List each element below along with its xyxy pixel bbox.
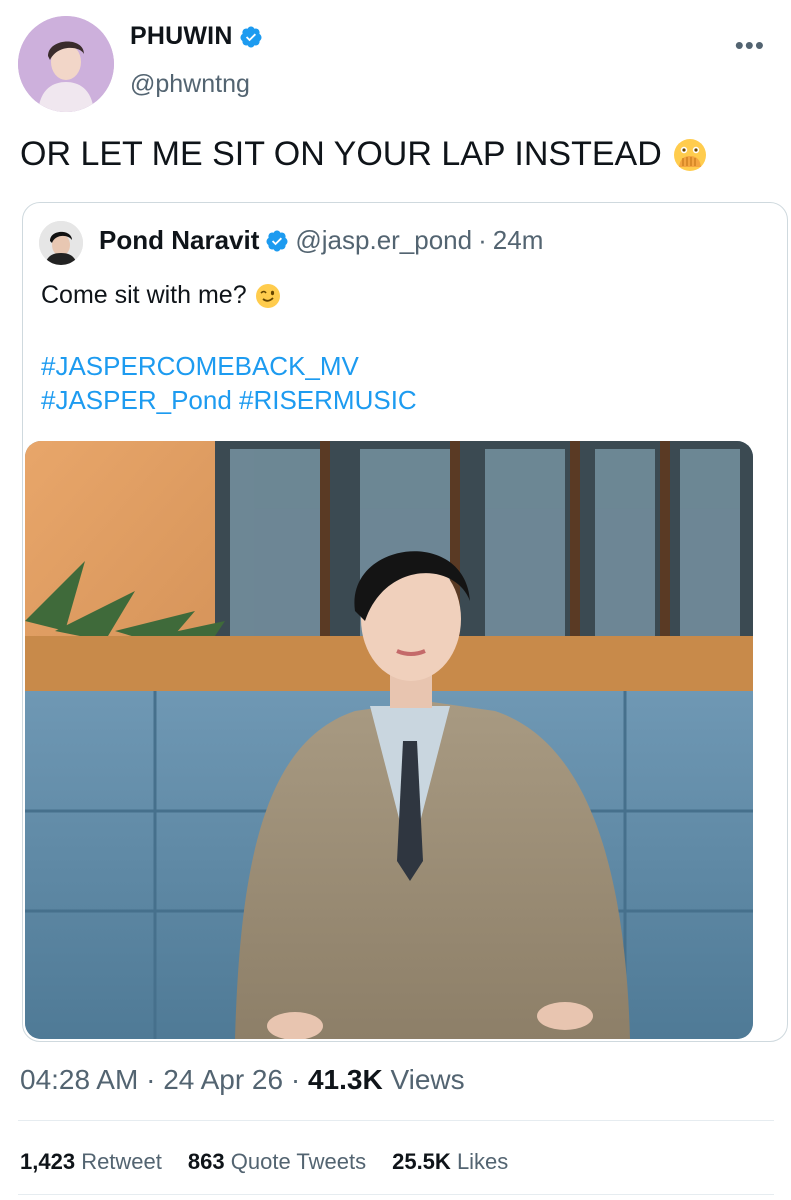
quoted-separator: · — [478, 225, 487, 255]
quoted-media-photo[interactable] — [25, 441, 753, 1039]
tweet-text-row: OR LET ME SIT ON YOUR LAP INSTEAD — [20, 135, 708, 174]
views-count: 41.3K — [307, 1064, 383, 1095]
winking-face-icon — [255, 283, 280, 308]
quoted-age[interactable]: 24m — [493, 225, 544, 256]
divider — [18, 1120, 774, 1121]
divider — [18, 1194, 774, 1195]
quoted-display-name[interactable]: Pond Naravit — [99, 225, 259, 256]
author-handle[interactable]: @phwntng — [130, 70, 250, 99]
quoted-text-row: Come sit with me? — [41, 281, 281, 310]
retweets-count: 1,423 — [20, 1149, 76, 1174]
hashtag-line-2[interactable]: #JASPER_Pond #RISERMUSIC — [41, 383, 417, 417]
quotes-count: 863 — [187, 1149, 225, 1174]
quoted-header: Pond Naravit @jasp.er_pond · 24m — [99, 225, 543, 256]
tweet-timestamp-row: 04:28 AM · 24 Apr 26 · 41.3K Views — [20, 1064, 465, 1096]
face-with-open-eyes-and-hand-over-mouth-icon — [673, 138, 706, 171]
author-display-name[interactable]: PHUWIN — [130, 22, 233, 51]
author-name-row[interactable]: PHUWIN — [130, 22, 263, 51]
tweet-date[interactable]: 24 Apr 26 — [163, 1064, 283, 1095]
quotes-stat[interactable]: 863 Quote Tweets — [188, 1149, 366, 1175]
retweets-stat[interactable]: 1,423 Retweet — [20, 1149, 162, 1175]
quoted-avatar-portrait — [39, 221, 83, 265]
quoted-tweet-card[interactable]: Pond Naravit @jasp.er_pond · 24m Come si… — [22, 202, 788, 1042]
hashtag-line-1[interactable]: #JASPERCOMEBACK_MV — [41, 349, 417, 383]
engagement-stats: 1,423 Retweet 863 Quote Tweets 25.5K Lik… — [20, 1149, 508, 1175]
meta-separator: · — [146, 1064, 164, 1095]
quoted-author-avatar[interactable] — [39, 221, 83, 265]
likes-label: Likes — [456, 1149, 509, 1174]
retweets-label: Retweet — [81, 1149, 162, 1174]
avatar-portrait — [18, 16, 114, 112]
tweet-text: OR LET ME SIT ON YOUR LAP INSTEAD — [20, 135, 662, 173]
meta-separator: · — [290, 1064, 308, 1095]
author-avatar[interactable] — [18, 16, 114, 112]
verified-badge-icon — [240, 26, 262, 47]
quoted-handle[interactable]: @jasp.er_pond — [295, 225, 472, 256]
views-label: Views — [390, 1064, 465, 1095]
verified-badge-icon — [266, 230, 288, 251]
quoted-hashtags: #JASPERCOMEBACK_MV #JASPER_Pond #RISERMU… — [41, 349, 417, 417]
more-options-icon[interactable]: ••• — [735, 30, 765, 61]
quotes-label: Quote Tweets — [230, 1149, 367, 1174]
quoted-text: Come sit with me? — [41, 281, 247, 309]
likes-stat[interactable]: 25.5K Likes — [392, 1149, 508, 1175]
likes-count: 25.5K — [392, 1149, 451, 1174]
tweet-time[interactable]: 04:28 AM — [20, 1064, 138, 1095]
photo-illustration — [25, 441, 753, 1039]
